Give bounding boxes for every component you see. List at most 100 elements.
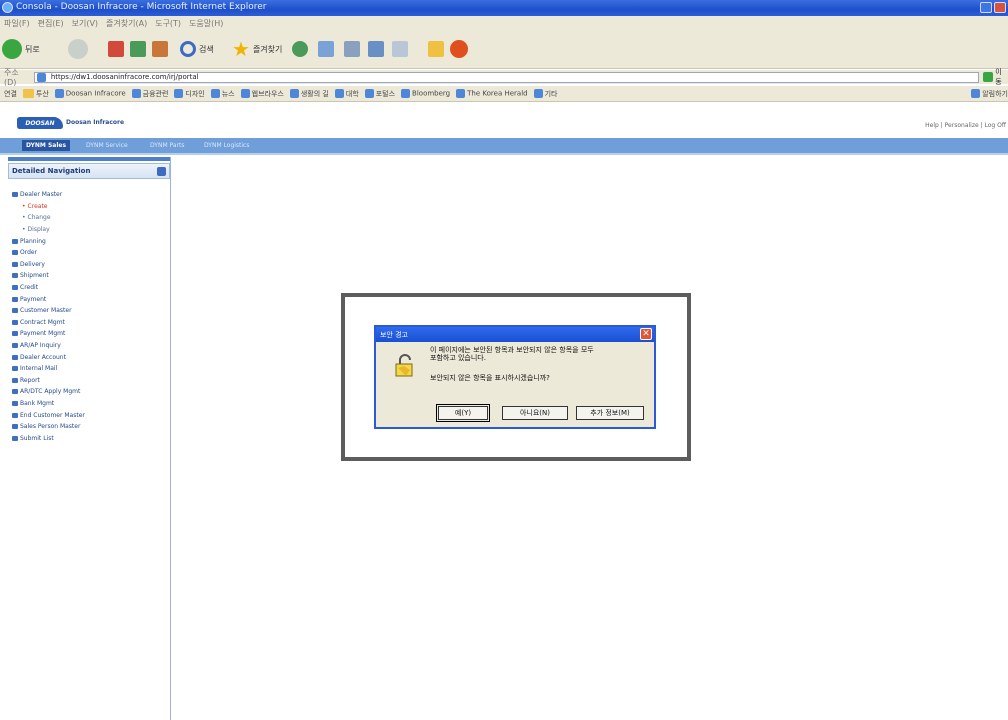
nav-item-label: Change bbox=[27, 214, 51, 222]
menu-file[interactable]: 파일(F) bbox=[4, 18, 30, 29]
tab-dynm-logistics[interactable]: DYNM Logistics bbox=[200, 140, 253, 151]
minimize-button[interactable] bbox=[980, 2, 992, 13]
nav-item-label: Shipment bbox=[20, 272, 49, 280]
favorites-button[interactable]: ★ 즐겨찾기 bbox=[232, 36, 282, 62]
nav-item[interactable]: Payment bbox=[12, 293, 170, 305]
link-item[interactable]: Bloomberg bbox=[401, 89, 450, 98]
home-button[interactable] bbox=[152, 36, 168, 62]
nav-item-label: Payment bbox=[20, 295, 47, 303]
collapse-icon[interactable] bbox=[157, 166, 166, 176]
folder-icon bbox=[12, 238, 18, 244]
dialog-question: 보안되지 않은 항목을 표시하시겠습니까? bbox=[430, 374, 550, 382]
nav-item[interactable]: Shipment bbox=[12, 270, 170, 282]
nav-item-label: Delivery bbox=[20, 260, 45, 268]
nav-item[interactable]: AR/DTC Apply Mgmt bbox=[12, 386, 170, 398]
tab-dynm-sales[interactable]: DYNM Sales bbox=[22, 140, 71, 151]
menu-view[interactable]: 보기(V) bbox=[72, 18, 98, 29]
menu-tools[interactable]: 도구(T) bbox=[155, 18, 181, 29]
nav-item-label: Planning bbox=[20, 237, 46, 245]
nav-item-label: Create bbox=[27, 202, 48, 210]
media-icon bbox=[292, 41, 308, 57]
nav-item[interactable]: • Change bbox=[12, 212, 170, 224]
favorites-label: 즐겨찾기 bbox=[252, 44, 283, 54]
tab-dynm-parts[interactable]: DYNM Parts bbox=[146, 140, 189, 151]
link-item[interactable]: 대학 bbox=[334, 89, 359, 99]
nav-item[interactable]: Internal Mail bbox=[12, 363, 170, 375]
nav-item[interactable]: Dealer Master bbox=[12, 189, 170, 201]
dialog-message: 이 페이지에는 보안된 항목과 보안되지 않은 항목을 모두 포함하고 있습니다… bbox=[430, 346, 650, 362]
print-button[interactable] bbox=[344, 36, 360, 62]
nav-item-label: Contract Mgmt bbox=[20, 318, 65, 326]
flash-button[interactable] bbox=[450, 36, 468, 62]
close-window-button[interactable] bbox=[994, 2, 1006, 13]
link-item[interactable]: 뉴스 bbox=[210, 89, 235, 99]
nav-item[interactable]: Sales Person Master bbox=[12, 421, 170, 433]
nav-item[interactable]: Customer Master bbox=[12, 305, 170, 317]
forward-button[interactable] bbox=[68, 36, 88, 62]
nav-item-label: Customer Master bbox=[20, 307, 72, 315]
folder-icon bbox=[12, 192, 18, 198]
menu-favorites[interactable]: 즐겨찾기(A) bbox=[106, 18, 147, 29]
refresh-button[interactable] bbox=[130, 36, 146, 62]
nav-item[interactable]: Dealer Account bbox=[12, 351, 170, 363]
link-item[interactable]: 디자인 bbox=[174, 89, 205, 99]
bullet-icon: • bbox=[22, 214, 26, 222]
yes-button[interactable]: 예(Y) bbox=[436, 404, 490, 422]
page-icon bbox=[364, 89, 374, 98]
menu-edit[interactable]: 편집(E) bbox=[38, 18, 64, 29]
folder-icon bbox=[428, 41, 444, 57]
dialog-close-button[interactable]: ✕ bbox=[640, 328, 652, 340]
go-label: 이동 bbox=[995, 68, 1002, 86]
address-input[interactable]: https://dw1.doosaninfracore.com/irj/port… bbox=[33, 71, 980, 83]
nav-item[interactable]: Payment Mgmt bbox=[12, 328, 170, 340]
nav-item[interactable]: Contract Mgmt bbox=[12, 317, 170, 329]
nav-item[interactable]: Planning bbox=[12, 235, 170, 247]
link-item[interactable]: 기타 bbox=[533, 89, 557, 99]
bullet-icon: • bbox=[22, 202, 26, 210]
stop-icon bbox=[108, 41, 124, 57]
link-item[interactable]: 생활의 길 bbox=[289, 89, 329, 99]
link-item[interactable]: The Korea Herald bbox=[456, 89, 528, 98]
nav-item[interactable]: Bank Mgmt bbox=[12, 398, 170, 410]
nav-item[interactable]: • Display bbox=[12, 224, 170, 236]
header-links[interactable]: Help | Personalize | Log Off bbox=[925, 122, 1006, 129]
media-button[interactable] bbox=[292, 36, 308, 62]
more-info-button[interactable]: 추가 정보(M) bbox=[576, 406, 644, 420]
nav-tree: Dealer Master • Create • Change • Display Plann… bbox=[8, 179, 170, 444]
nav-item[interactable]: • Create bbox=[12, 201, 170, 213]
bullet-icon: • bbox=[22, 226, 26, 234]
edit-button[interactable] bbox=[368, 36, 384, 62]
nav-item[interactable]: Credit bbox=[12, 282, 170, 294]
link-item[interactable]: Doosan Infracore bbox=[54, 89, 126, 98]
link-item[interactable]: 웹브라우스 bbox=[240, 89, 284, 99]
nav-item[interactable]: End Customer Master bbox=[12, 409, 170, 421]
tab-dynm-service[interactable]: DYNM Service bbox=[82, 140, 132, 151]
links-extra[interactable]: 알림하기 bbox=[971, 89, 1008, 99]
document-icon bbox=[392, 41, 408, 57]
messenger-button[interactable] bbox=[428, 36, 444, 62]
nav-item[interactable]: Submit List bbox=[12, 432, 170, 444]
search-button[interactable]: 검색 bbox=[180, 36, 214, 62]
menu-help[interactable]: 도움말(H) bbox=[189, 18, 223, 29]
page-icon bbox=[36, 72, 46, 82]
folder-icon bbox=[12, 250, 18, 256]
link-item[interactable]: 포털스 bbox=[364, 89, 395, 99]
link-item[interactable]: 금융관련 bbox=[131, 89, 168, 99]
folder-icon bbox=[12, 319, 18, 325]
discuss-button[interactable] bbox=[392, 36, 408, 62]
window-title: Consola - Doosan Infracore - Microsoft I… bbox=[16, 2, 267, 12]
stop-button[interactable] bbox=[108, 36, 124, 62]
nav-item[interactable]: AR/AP Inquiry bbox=[12, 340, 170, 352]
no-button[interactable]: 아니요(N) bbox=[502, 406, 568, 420]
nav-item[interactable]: Report bbox=[12, 375, 170, 387]
go-button[interactable]: 이동 bbox=[983, 67, 1008, 87]
folder-icon bbox=[12, 412, 18, 418]
mail-button[interactable] bbox=[318, 36, 334, 62]
nav-item[interactable]: Order bbox=[12, 247, 170, 259]
page-icon bbox=[210, 89, 220, 98]
back-button[interactable]: 뒤로 bbox=[2, 36, 40, 62]
link-item[interactable]: 투산 bbox=[22, 89, 49, 99]
nav-item[interactable]: Delivery bbox=[12, 259, 170, 271]
nav-item-label: Dealer Master bbox=[20, 191, 63, 199]
search-icon bbox=[180, 41, 196, 57]
